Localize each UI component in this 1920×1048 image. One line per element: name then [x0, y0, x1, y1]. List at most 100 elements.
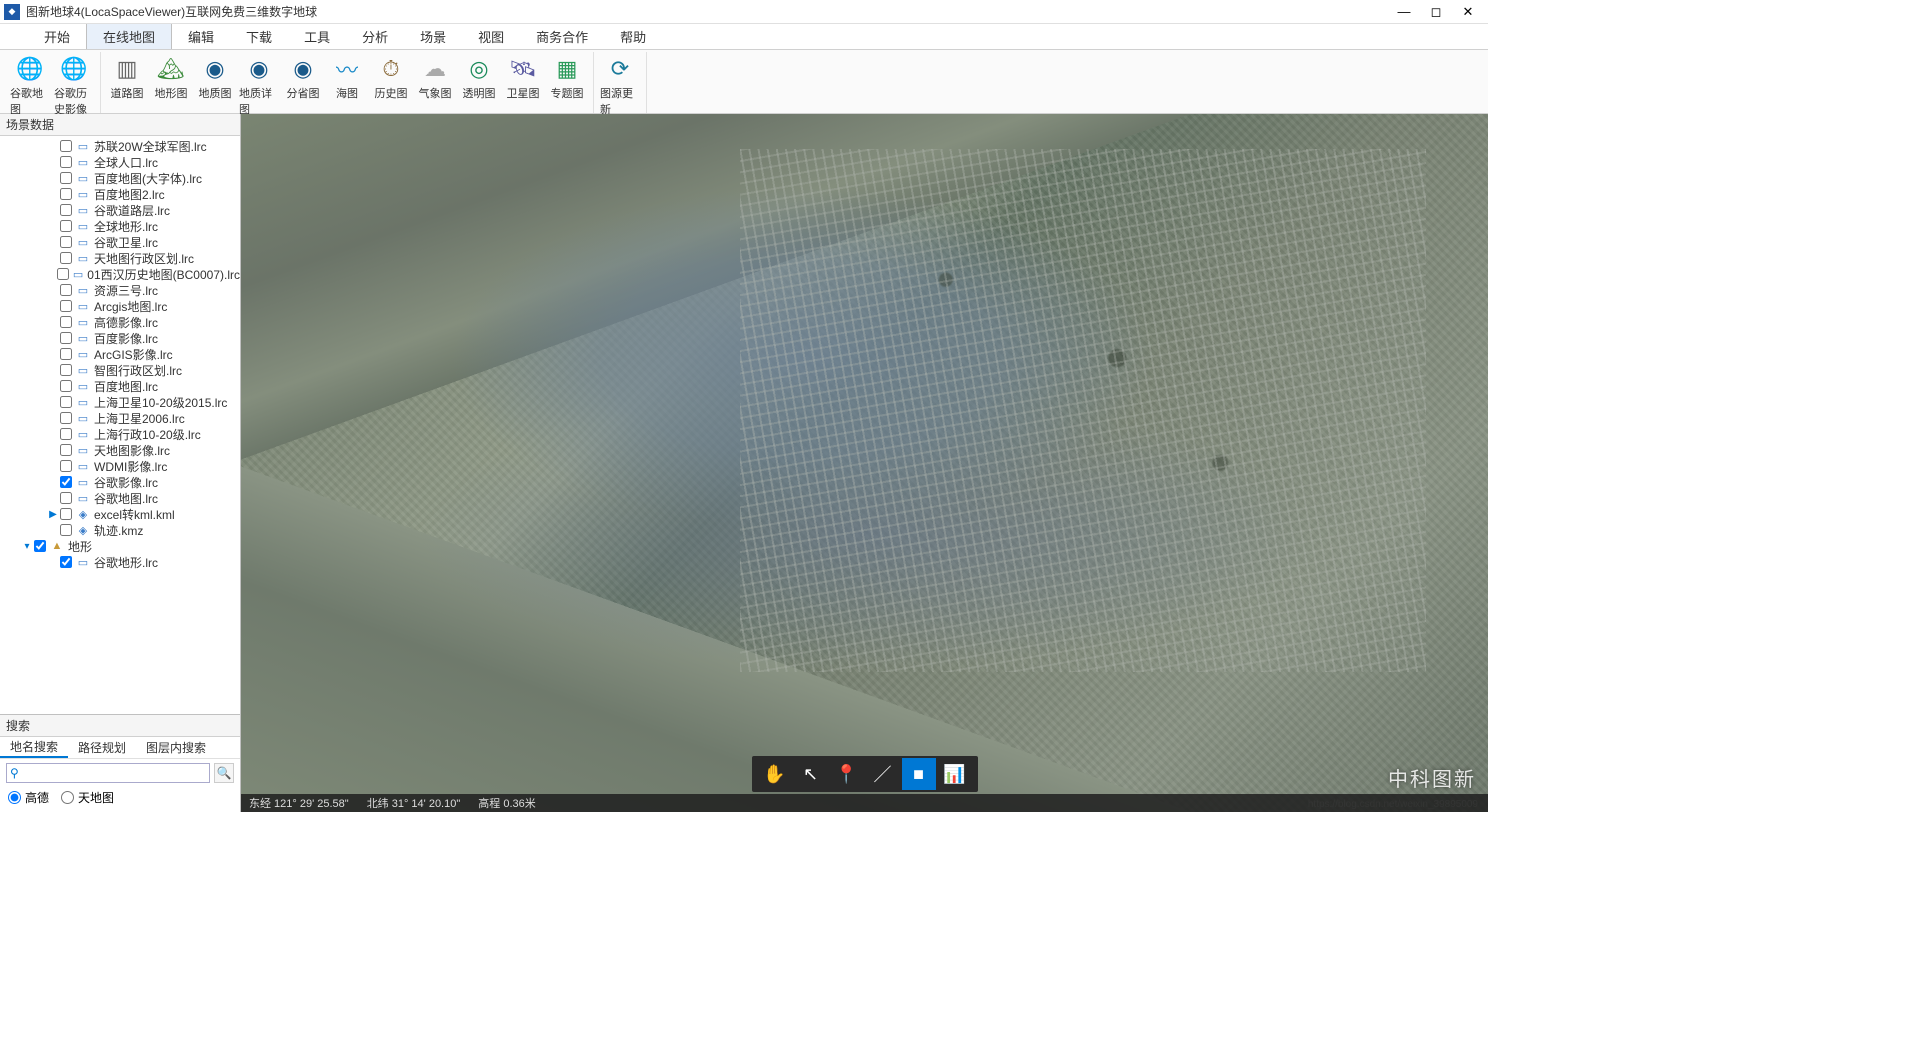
layer-checkbox[interactable]	[60, 140, 72, 152]
expand-icon[interactable]: ▶	[48, 509, 58, 520]
ribbon-btn-sea-5[interactable]: 〰海图	[325, 52, 369, 119]
layer-checkbox[interactable]	[60, 460, 72, 472]
layer-item[interactable]: ◈轨迹.kmz	[0, 522, 240, 538]
layer-checkbox[interactable]	[60, 300, 72, 312]
ribbon-btn-weather-7[interactable]: ☁气象图	[413, 52, 457, 119]
menu-item-9[interactable]: 帮助	[604, 24, 662, 49]
layer-item[interactable]: ▭谷歌地形.lrc	[0, 554, 240, 570]
layer-item[interactable]: ▭百度地图(大字体).lrc	[0, 170, 240, 186]
layer-checkbox[interactable]	[60, 236, 72, 248]
layer-item[interactable]: ▭高德影像.lrc	[0, 314, 240, 330]
provider-radio-1[interactable]: 天地图	[61, 789, 114, 806]
provider-radio-0[interactable]: 高德	[8, 789, 49, 806]
layer-checkbox[interactable]	[60, 364, 72, 376]
layer-checkbox[interactable]	[60, 172, 72, 184]
menu-item-6[interactable]: 场景	[404, 24, 462, 49]
layer-checkbox[interactable]	[34, 540, 46, 552]
provider-radio-input[interactable]	[8, 791, 21, 804]
layer-item[interactable]: ▭苏联20W全球军图.lrc	[0, 138, 240, 154]
layer-item[interactable]: ▭上海卫星2006.lrc	[0, 410, 240, 426]
layer-checkbox[interactable]	[60, 204, 72, 216]
layer-checkbox[interactable]	[60, 556, 72, 568]
layer-checkbox[interactable]	[60, 396, 72, 408]
layer-tree[interactable]: ▭苏联20W全球军图.lrc▭全球人口.lrc▭百度地图(大字体).lrc▭百度…	[0, 136, 240, 714]
layer-checkbox[interactable]	[60, 508, 72, 520]
layer-item[interactable]: ▭谷歌卫星.lrc	[0, 234, 240, 250]
ribbon-btn-refresh-0[interactable]: ⟳图源更新	[598, 52, 642, 119]
map-tool-pointer[interactable]: ↖	[794, 758, 828, 790]
layer-checkbox[interactable]	[60, 252, 72, 264]
layer-checkbox[interactable]	[60, 188, 72, 200]
menu-item-4[interactable]: 工具	[288, 24, 346, 49]
layer-item[interactable]: ▭上海卫星10-20级2015.lrc	[0, 394, 240, 410]
layer-item[interactable]: ▭全球地形.lrc	[0, 218, 240, 234]
layer-checkbox[interactable]	[60, 220, 72, 232]
ribbon-btn-globe-0[interactable]: 🌐谷歌地图	[8, 52, 52, 119]
layer-item[interactable]: ▭Arcgis地图.lrc	[0, 298, 240, 314]
layer-checkbox[interactable]	[60, 380, 72, 392]
layer-item[interactable]: ▶◈excel转kml.kml	[0, 506, 240, 522]
map-viewport[interactable]: ✋↖📍／■📊 中科图新 https://blog.csdn.net/weixin…	[241, 114, 1488, 812]
ribbon-btn-geo-3[interactable]: ◉地质详图	[237, 52, 281, 119]
layer-checkbox[interactable]	[60, 332, 72, 344]
layer-checkbox[interactable]	[60, 284, 72, 296]
expand-icon[interactable]: ▾	[22, 541, 32, 552]
search-tab-2[interactable]: 图层内搜索	[136, 737, 216, 758]
maximize-button[interactable]: ◻	[1420, 1, 1452, 23]
ribbon-btn-globe-1[interactable]: 🌐谷歌历史影像	[52, 52, 96, 119]
ribbon-btn-theme-10[interactable]: ▦专题图	[545, 52, 589, 119]
layer-item[interactable]: ▭ArcGIS影像.lrc	[0, 346, 240, 362]
layer-item[interactable]: ▭百度地图.lrc	[0, 378, 240, 394]
ribbon-btn-terrain-1[interactable]: 🏔地形图	[149, 52, 193, 119]
minimize-button[interactable]: —	[1388, 1, 1420, 23]
layer-checkbox[interactable]	[60, 156, 72, 168]
menu-item-3[interactable]: 下载	[230, 24, 288, 49]
layer-checkbox[interactable]	[60, 316, 72, 328]
layer-item[interactable]: ▭天地图行政区划.lrc	[0, 250, 240, 266]
layer-checkbox[interactable]	[60, 524, 72, 536]
provider-radio-input[interactable]	[61, 791, 74, 804]
menu-item-7[interactable]: 视图	[462, 24, 520, 49]
layer-checkbox[interactable]	[60, 412, 72, 424]
terrain-group[interactable]: ▾▲地形	[0, 538, 240, 554]
ribbon-btn-geo-2[interactable]: ◉地质图	[193, 52, 237, 119]
layer-checkbox[interactable]	[60, 428, 72, 440]
layer-checkbox[interactable]	[60, 348, 72, 360]
layer-checkbox[interactable]	[60, 444, 72, 456]
menu-item-2[interactable]: 编辑	[172, 24, 230, 49]
layer-item[interactable]: ▭谷歌地图.lrc	[0, 490, 240, 506]
map-tool-hand[interactable]: ✋	[758, 758, 792, 790]
menu-item-0[interactable]: 开始	[28, 24, 86, 49]
layer-checkbox[interactable]	[60, 492, 72, 504]
layer-item[interactable]: ▭谷歌道路层.lrc	[0, 202, 240, 218]
layer-item[interactable]: ▭全球人口.lrc	[0, 154, 240, 170]
layer-item[interactable]: ▭谷歌影像.lrc	[0, 474, 240, 490]
ribbon-btn-hist-6[interactable]: ⏱历史图	[369, 52, 413, 119]
layer-checkbox[interactable]	[57, 268, 69, 280]
search-button[interactable]: 🔍	[214, 763, 234, 783]
map-tool-bars[interactable]: 📊	[938, 758, 972, 790]
layer-item[interactable]: ▭01西汉历史地图(BC0007).lrc	[0, 266, 240, 282]
layer-item[interactable]: ▭百度地图2.lrc	[0, 186, 240, 202]
search-tab-0[interactable]: 地名搜索	[0, 737, 68, 758]
map-tool-marker[interactable]: 📍	[830, 758, 864, 790]
layer-item[interactable]: ▭智图行政区划.lrc	[0, 362, 240, 378]
close-button[interactable]: ✕	[1452, 1, 1484, 23]
search-input[interactable]	[6, 763, 210, 783]
menu-item-5[interactable]: 分析	[346, 24, 404, 49]
layer-item[interactable]: ▭百度影像.lrc	[0, 330, 240, 346]
ribbon-btn-trans-8[interactable]: ◎透明图	[457, 52, 501, 119]
layer-item[interactable]: ▭资源三号.lrc	[0, 282, 240, 298]
ribbon-btn-road-0[interactable]: ▥道路图	[105, 52, 149, 119]
layer-checkbox[interactable]	[60, 476, 72, 488]
ribbon-btn-sat-9[interactable]: 🛰卫星图	[501, 52, 545, 119]
layer-item[interactable]: ▭WDMI影像.lrc	[0, 458, 240, 474]
menu-item-8[interactable]: 商务合作	[520, 24, 604, 49]
menu-item-1[interactable]: 在线地图	[86, 24, 172, 49]
layer-item[interactable]: ▭上海行政10-20级.lrc	[0, 426, 240, 442]
map-tool-rect[interactable]: ■	[902, 758, 936, 790]
map-tool-line[interactable]: ／	[866, 758, 900, 790]
search-tab-1[interactable]: 路径规划	[68, 737, 136, 758]
layer-item[interactable]: ▭天地图影像.lrc	[0, 442, 240, 458]
ribbon-btn-geo-4[interactable]: ◉分省图	[281, 52, 325, 119]
